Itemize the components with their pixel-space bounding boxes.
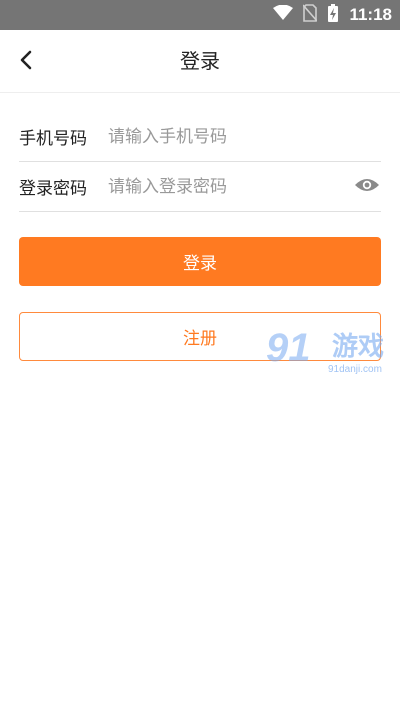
battery-charging-icon bbox=[327, 3, 339, 27]
no-sim-icon bbox=[302, 4, 319, 26]
page-title: 登录 bbox=[180, 49, 220, 73]
phone-label: 手机号码 bbox=[19, 129, 87, 149]
password-input[interactable] bbox=[108, 176, 353, 197]
password-label: 登录密码 bbox=[19, 179, 87, 199]
password-visibility-toggle[interactable] bbox=[353, 176, 381, 198]
status-bar: 11:18 bbox=[0, 0, 400, 30]
watermark-url: 91danji.com bbox=[328, 364, 382, 375]
phone-row: 手机号码 bbox=[19, 112, 381, 162]
wifi-icon bbox=[273, 4, 294, 25]
login-form: 手机号码 登录密码 bbox=[19, 112, 381, 212]
login-button[interactable]: 登录 bbox=[19, 237, 381, 286]
eye-icon bbox=[354, 177, 380, 197]
password-row: 登录密码 bbox=[19, 162, 381, 212]
app-header: 登录 bbox=[0, 30, 400, 93]
status-icons: 11:18 bbox=[273, 0, 392, 30]
phone-input[interactable] bbox=[108, 126, 381, 147]
register-button[interactable]: 注册 bbox=[19, 312, 381, 361]
status-time: 11:18 bbox=[349, 5, 392, 24]
